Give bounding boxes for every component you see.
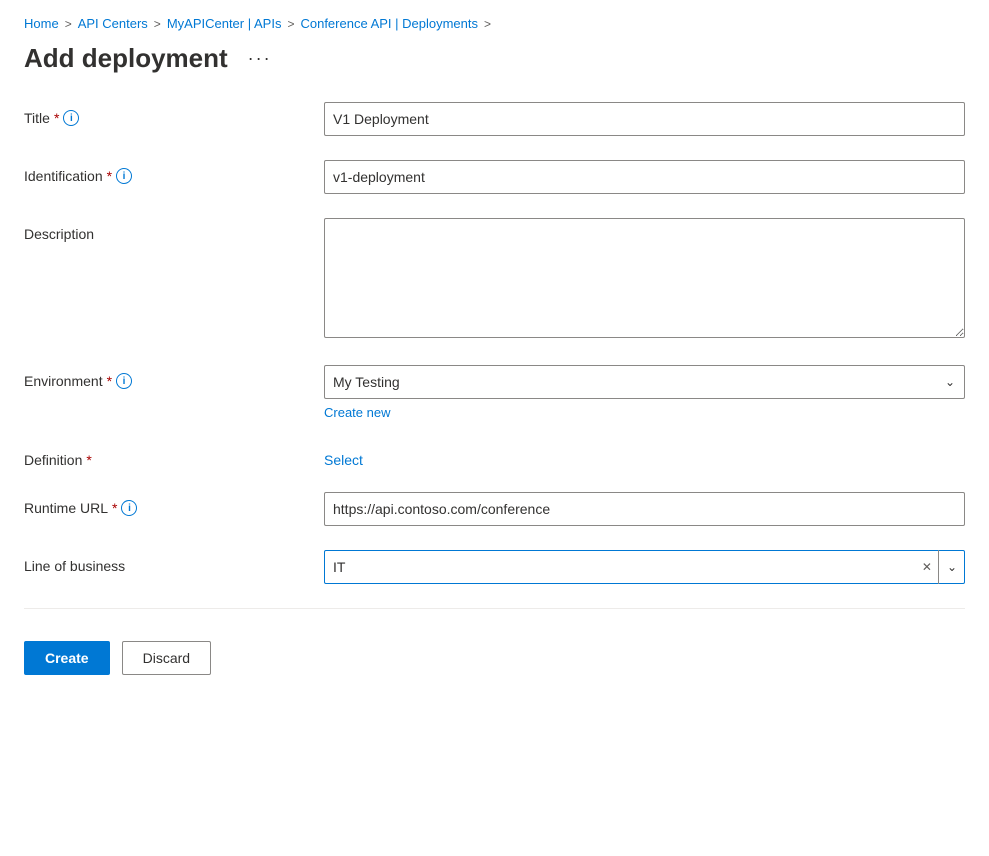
line-of-business-control-col: IT ✕ ⌄	[324, 550, 965, 584]
page-title: Add deployment	[24, 43, 228, 74]
runtime-url-required: *	[112, 500, 117, 516]
identification-label-col: Identification * i	[24, 160, 304, 184]
title-info-icon[interactable]: i	[63, 110, 79, 126]
line-of-business-combobox-wrapper: IT ✕ ⌄	[324, 550, 965, 584]
ellipsis-menu-button[interactable]: ···	[240, 44, 280, 73]
definition-control-col: Select	[324, 444, 965, 468]
environment-required: *	[107, 373, 112, 389]
breadcrumb-separator-2: >	[154, 17, 161, 31]
environment-select-wrapper: My Testing ⌄	[324, 365, 965, 399]
breadcrumb-separator-4: >	[484, 17, 491, 31]
combobox-actions: ✕ ⌄	[916, 550, 965, 584]
title-input[interactable]	[324, 102, 965, 136]
line-of-business-label-col: Line of business	[24, 550, 304, 574]
environment-label: Environment * i	[24, 373, 304, 389]
runtime-url-info-icon[interactable]: i	[121, 500, 137, 516]
breadcrumb-conference-api[interactable]: Conference API | Deployments	[300, 16, 478, 31]
definition-label-col: Definition *	[24, 444, 304, 468]
environment-label-col: Environment * i	[24, 365, 304, 389]
line-of-business-row: Line of business IT ✕ ⌄	[24, 550, 965, 584]
description-row: Description	[24, 218, 965, 341]
runtime-url-input[interactable]	[324, 492, 965, 526]
title-row: Title * i	[24, 102, 965, 136]
runtime-url-label: Runtime URL * i	[24, 500, 304, 516]
line-of-business-clear-button[interactable]: ✕	[916, 550, 938, 584]
identification-control-col	[324, 160, 965, 194]
breadcrumb-separator-1: >	[65, 17, 72, 31]
discard-button[interactable]: Discard	[122, 641, 211, 675]
environment-info-icon[interactable]: i	[116, 373, 132, 389]
line-of-business-label: Line of business	[24, 558, 304, 574]
line-of-business-combobox[interactable]: IT	[324, 550, 965, 584]
breadcrumb: Home > API Centers > MyAPICenter | APIs …	[24, 16, 965, 31]
definition-required: *	[86, 452, 91, 468]
identification-info-icon[interactable]: i	[116, 168, 132, 184]
identification-label: Identification * i	[24, 168, 304, 184]
runtime-url-label-col: Runtime URL * i	[24, 492, 304, 516]
breadcrumb-api-centers[interactable]: API Centers	[78, 16, 148, 31]
breadcrumb-home[interactable]: Home	[24, 16, 59, 31]
environment-control-col: My Testing ⌄ Create new	[324, 365, 965, 420]
close-icon: ✕	[922, 560, 932, 574]
form-container: Title * i Identification * i	[24, 102, 965, 584]
environment-row: Environment * i My Testing ⌄ Create new	[24, 365, 965, 420]
create-button[interactable]: Create	[24, 641, 110, 675]
runtime-url-control-col	[324, 492, 965, 526]
title-required: *	[54, 110, 59, 126]
breadcrumb-my-api-center[interactable]: MyAPICenter | APIs	[167, 16, 282, 31]
create-new-link[interactable]: Create new	[324, 405, 390, 420]
description-textarea[interactable]	[324, 218, 965, 338]
environment-select[interactable]: My Testing	[324, 365, 965, 399]
title-control-col	[324, 102, 965, 136]
breadcrumb-separator-3: >	[287, 17, 294, 31]
definition-row: Definition * Select	[24, 444, 965, 468]
line-of-business-dropdown-button[interactable]: ⌄	[938, 550, 965, 584]
definition-label: Definition *	[24, 452, 304, 468]
title-label-col: Title * i	[24, 102, 304, 126]
footer-divider	[24, 608, 965, 609]
page-header: Add deployment ···	[24, 43, 965, 74]
identification-row: Identification * i	[24, 160, 965, 194]
chevron-down-icon: ⌄	[947, 560, 957, 574]
description-label-col: Description	[24, 218, 304, 242]
identification-input[interactable]	[324, 160, 965, 194]
runtime-url-row: Runtime URL * i	[24, 492, 965, 526]
title-label: Title * i	[24, 110, 304, 126]
footer-actions: Create Discard	[24, 633, 965, 675]
identification-required: *	[107, 168, 112, 184]
definition-select-link[interactable]: Select	[324, 444, 363, 468]
description-label: Description	[24, 226, 304, 242]
description-control-col	[324, 218, 965, 341]
